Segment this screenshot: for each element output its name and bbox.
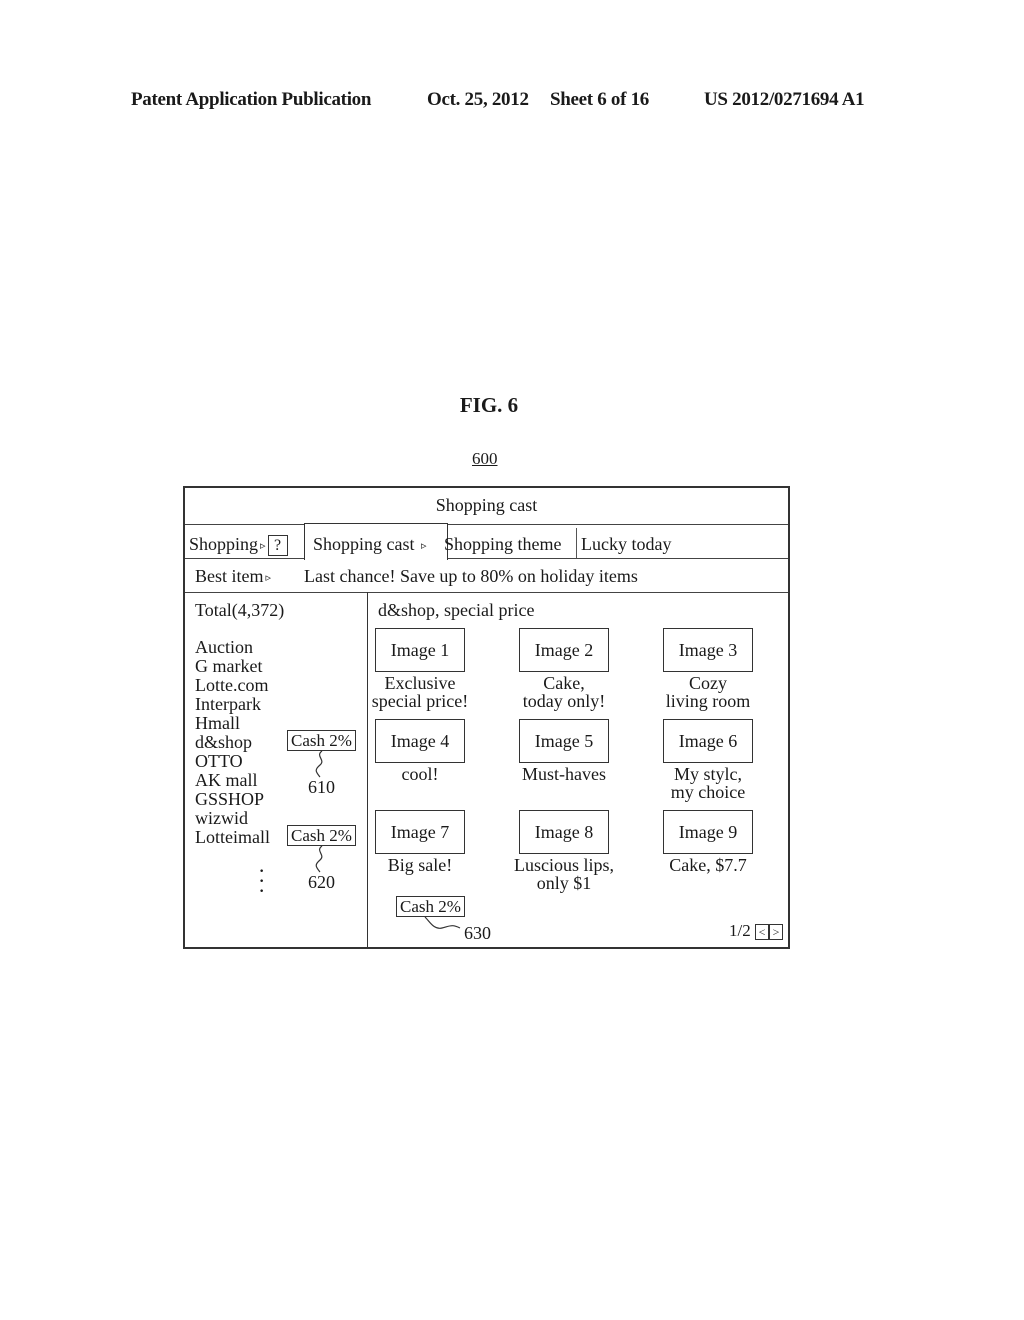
tab-label: Shopping theme: [444, 534, 562, 554]
pagination: 1/2 < >: [729, 921, 783, 941]
product-item[interactable]: Image 5 Must-haves: [504, 719, 624, 783]
product-item[interactable]: Image 9 Cake, $7.7: [648, 810, 768, 874]
product-item[interactable]: Image 3 Cozy living room: [648, 628, 768, 710]
product-item[interactable]: Image 2 Cake, today only!: [504, 628, 624, 710]
figure-reference: 600: [472, 449, 498, 468]
product-image[interactable]: Image 5: [519, 719, 609, 763]
help-icon[interactable]: ?: [267, 535, 288, 557]
mall-item[interactable]: GSSHOP: [195, 790, 270, 809]
product-pane: d&shop, special price Image 1 Exclusive …: [368, 592, 788, 947]
product-image[interactable]: Image 4: [375, 719, 465, 763]
section-title: d&shop, special price: [378, 600, 535, 620]
sheet-number: Sheet 6 of 16: [550, 89, 650, 110]
leader-line: [315, 845, 323, 873]
product-caption: cool!: [401, 764, 439, 784]
product-image[interactable]: Image 9: [663, 810, 753, 854]
mall-item[interactable]: Auction: [195, 638, 270, 657]
product-item[interactable]: Image 6 My stylc, my choice: [648, 719, 768, 801]
publication-label: Patent Application Publication: [131, 89, 372, 110]
total-count: Total(4,372): [195, 600, 285, 620]
tab-shopping-cast[interactable]: Shopping cast ▹: [304, 523, 448, 560]
product-caption: My stylc, my choice: [670, 764, 746, 802]
tab-label: Lucky today: [581, 534, 672, 554]
cash-badge-d-shop[interactable]: Cash 2%: [287, 730, 356, 751]
product-image[interactable]: Image 7: [375, 810, 465, 854]
reference-610: 610: [308, 777, 335, 797]
patent-number: US 2012/0271694 A1: [704, 89, 865, 110]
best-item-text: Last chance! Save up to 80% on holiday i…: [304, 566, 638, 586]
product-image[interactable]: Image 2: [519, 628, 609, 672]
mall-item[interactable]: Lotteimall: [195, 828, 270, 847]
mall-item[interactable]: d&shop: [195, 733, 270, 752]
best-item-label: Best item ▹: [195, 558, 271, 596]
tab-lucky-today[interactable]: Lucky today: [581, 524, 671, 558]
mall-list-pane: Total(4,372) Auction G market Lotte.com …: [185, 592, 368, 947]
product-caption: Exclusive special price!: [371, 673, 469, 711]
mall-item[interactable]: OTTO: [195, 752, 270, 771]
figure-label: FIG. 6: [459, 393, 519, 417]
tab-label: Shopping cast: [313, 534, 415, 554]
reference-630: 630: [464, 923, 491, 943]
leader-line: [315, 750, 323, 778]
product-caption: Must-haves: [522, 764, 606, 784]
next-page-button[interactable]: >: [769, 924, 783, 941]
mall-item[interactable]: AK mall: [195, 771, 270, 790]
product-caption: Cozy living room: [665, 673, 751, 711]
product-item[interactable]: Image 8 Luscious lips, only $1: [504, 810, 624, 892]
product-caption: Big sale!: [387, 855, 453, 875]
product-item[interactable]: Image 1 Exclusive special price!: [360, 628, 480, 710]
leader-line: [424, 916, 461, 929]
screen-title: Shopping cast: [185, 488, 788, 525]
page-indicator: 1/2: [729, 921, 751, 940]
product-caption: Cake, today only!: [522, 673, 606, 711]
cash-badge-product[interactable]: Cash 2%: [396, 896, 465, 917]
product-image[interactable]: Image 1: [375, 628, 465, 672]
more-ellipsis-icon: · · ·: [259, 863, 265, 900]
shopping-cast-screen: Shopping cast Shopping ▹? Shopping cast ▹…: [183, 486, 790, 949]
product-caption: Cake, $7.7: [669, 855, 747, 875]
tab-bar: Shopping ▹? Shopping cast ▹ Shopping them…: [185, 523, 788, 560]
reference-620: 620: [308, 872, 335, 892]
prev-page-button[interactable]: <: [755, 924, 769, 941]
product-item[interactable]: Image 7 Big sale!: [360, 810, 480, 874]
publication-date: Oct. 25, 2012: [427, 89, 529, 110]
product-image[interactable]: Image 6: [663, 719, 753, 763]
product-caption: Luscious lips, only $1: [513, 855, 614, 893]
mall-item[interactable]: Lotte.com: [195, 676, 270, 695]
tab-label: Shopping: [189, 534, 259, 554]
mall-item[interactable]: wizwid: [195, 809, 270, 828]
cash-badge-lotteimall[interactable]: Cash 2%: [287, 825, 356, 846]
tab-divider: [576, 528, 577, 558]
mall-item[interactable]: Hmall: [195, 714, 270, 733]
product-image[interactable]: Image 3: [663, 628, 753, 672]
mall-item[interactable]: G market: [195, 657, 270, 676]
product-image[interactable]: Image 8: [519, 810, 609, 854]
tab-shopping[interactable]: Shopping ▹?: [189, 524, 288, 558]
mall-item[interactable]: Interpark: [195, 695, 270, 714]
product-item[interactable]: Image 4 cool!: [360, 719, 480, 783]
play-arrow-icon: ▹: [265, 571, 272, 584]
mall-list: Auction G market Lotte.com Interpark Hma…: [195, 638, 270, 847]
tab-shopping-theme[interactable]: Shopping theme: [444, 524, 562, 558]
best-item-banner[interactable]: Best item ▹ Last chance! Save up to 80% o…: [185, 558, 788, 593]
